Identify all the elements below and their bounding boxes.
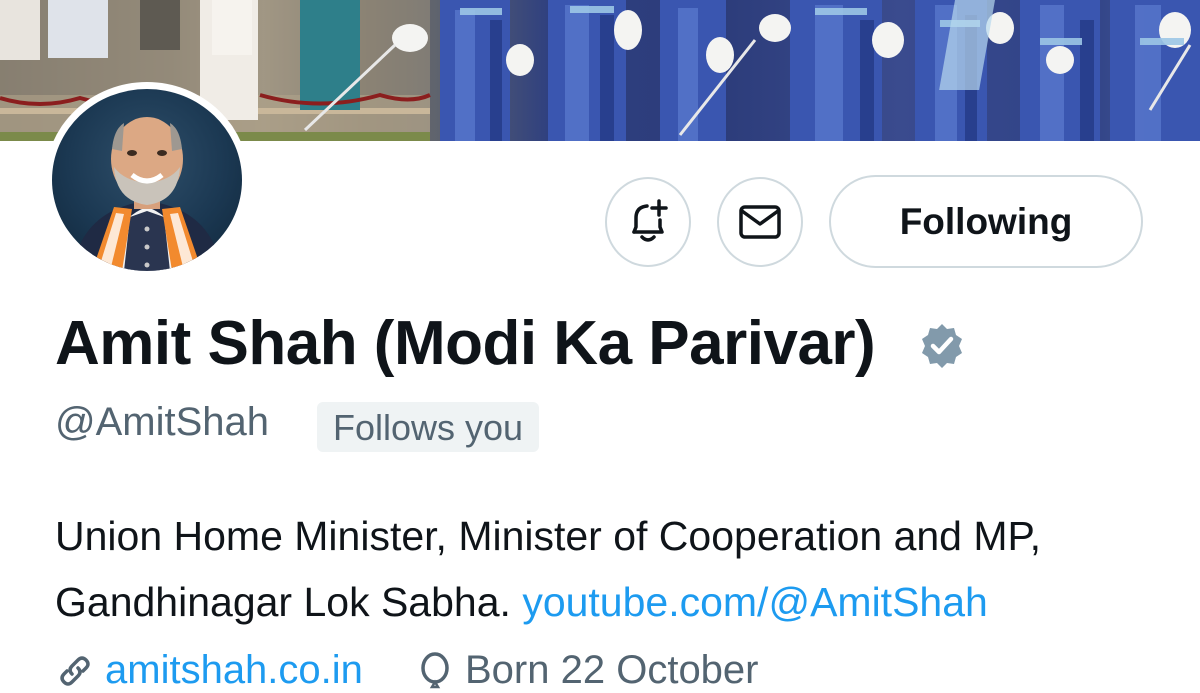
website-item[interactable]: amitshah.co.in — [55, 648, 363, 693]
link-icon — [60, 655, 90, 686]
message-button[interactable] — [717, 177, 803, 267]
notifications-button[interactable] — [605, 177, 691, 267]
envelope-icon — [739, 205, 781, 239]
following-button[interactable]: Following — [829, 175, 1143, 268]
avatar-photo — [52, 89, 242, 271]
balloon-icon — [421, 651, 449, 688]
website-link[interactable]: amitshah.co.in — [105, 648, 363, 693]
avatar-image — [72, 117, 222, 271]
profile-bio: Union Home Minister, Minister of Coopera… — [55, 503, 1175, 635]
bell-plus-icon — [632, 199, 668, 242]
bio-line-1: Union Home Minister, Minister of Coopera… — [55, 513, 1041, 559]
bio-text: Gandhinagar Lok Sabha. — [55, 579, 511, 625]
display-name: Amit Shah (Modi Ka Parivar) — [55, 309, 876, 378]
verified-badge-icon[interactable] — [918, 322, 966, 370]
birthday-text: Born 22 October — [465, 648, 759, 692]
birthday-item: Born 22 October — [415, 648, 759, 693]
following-button-label: Following — [899, 200, 1073, 242]
follows-you-badge: Follows you — [317, 402, 540, 452]
profile-avatar[interactable] — [45, 82, 249, 278]
user-handle: @AmitShah — [55, 400, 270, 444]
bio-line-2: Gandhinagar Lok Sabha. youtube.com/@Amit… — [55, 569, 1175, 635]
bio-youtube-link[interactable]: youtube.com/@AmitShah — [522, 579, 988, 625]
